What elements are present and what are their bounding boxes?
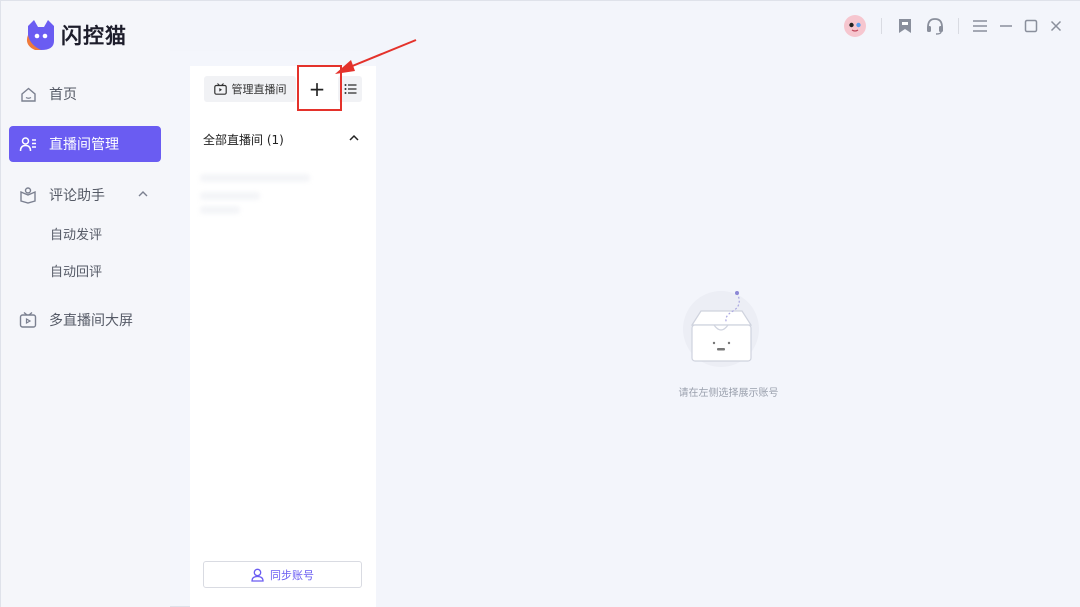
divider [881, 18, 882, 34]
manage-live-rooms-label: 管理直播间 [231, 83, 287, 96]
arrow-annotation-icon [335, 39, 417, 74]
main-content: 请在左侧选择展示账号 [376, 51, 1080, 607]
nav-item-label: 直播间管理 [49, 137, 119, 153]
avatar-icon[interactable] [843, 14, 867, 38]
blurred-account-row [200, 206, 240, 214]
list-icon [344, 84, 356, 94]
maximize-icon[interactable] [1021, 16, 1041, 36]
sync-accounts-label: 同步账号 [270, 568, 314, 582]
chevron-up-icon[interactable] [137, 188, 149, 200]
empty-inbox-illustration [683, 291, 759, 367]
divider [958, 18, 959, 34]
app-window: 闪控猫 首页 直播间管理 评论助手 自动发评 自动回评 多直播间大屏 管理直播间… [0, 0, 1080, 607]
user-list-icon [19, 135, 37, 153]
chevron-up-icon[interactable] [348, 133, 360, 143]
nav-item-label: 首页 [49, 87, 77, 103]
cat-logo-icon [26, 20, 54, 50]
nav-item-home[interactable]: 首页 [9, 76, 161, 112]
all-live-rooms-group[interactable]: 全部直播间 (1) [203, 131, 284, 148]
menu-icon[interactable] [970, 16, 990, 36]
sync-accounts-button[interactable]: 同步账号 [203, 561, 362, 588]
home-icon [19, 85, 37, 103]
manage-live-rooms-button[interactable]: 管理直播间 [204, 76, 296, 102]
blurred-account-row[interactable] [200, 174, 310, 182]
tv-icon [19, 311, 37, 329]
blurred-account-row [200, 192, 260, 200]
tv-icon [213, 83, 227, 95]
minimize-icon[interactable] [996, 16, 1016, 36]
headset-icon[interactable] [925, 16, 945, 36]
nav-item-comment-helper[interactable]: 评论助手 [9, 177, 161, 213]
nav-item-label: 多直播间大屏 [49, 313, 133, 329]
bookmark-icon[interactable] [895, 16, 915, 36]
nav-item-multi-room-screen[interactable]: 多直播间大屏 [9, 302, 161, 338]
sidebar: 闪控猫 首页 直播间管理 评论助手 自动发评 自动回评 多直播间大屏 [1, 1, 170, 607]
nav-sub-auto-comment[interactable]: 自动发评 [50, 224, 102, 243]
user-icon [251, 568, 264, 582]
empty-state-text: 请在左侧选择展示账号 [678, 388, 779, 399]
nav-item-label: 评论助手 [49, 188, 105, 204]
title-bar [170, 1, 1080, 51]
live-room-list-panel: 管理直播间 + 全部直播间 (1) 同步账号 [190, 66, 376, 607]
comment-helper-icon [19, 186, 37, 204]
close-icon[interactable] [1046, 16, 1066, 36]
nav-sub-auto-reply[interactable]: 自动回评 [50, 261, 102, 280]
app-logo: 闪控猫 [25, 17, 127, 53]
nav-item-live-room-management[interactable]: 直播间管理 [9, 126, 161, 162]
app-name: 闪控猫 [61, 24, 127, 48]
